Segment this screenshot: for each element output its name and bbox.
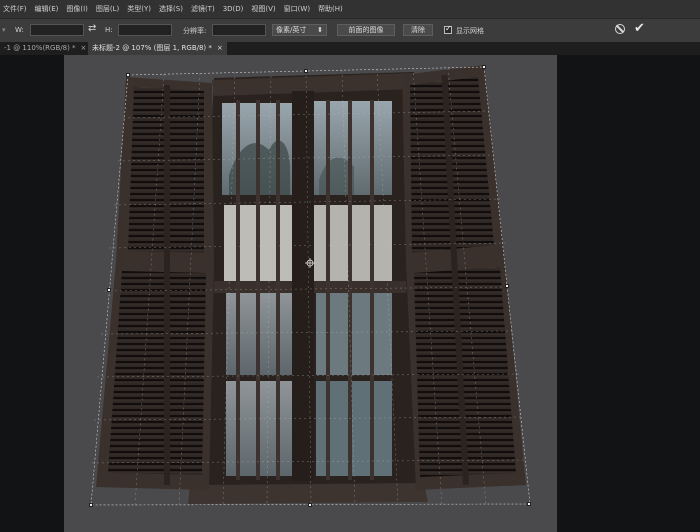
transform-handle-bottom-left[interactable] bbox=[89, 503, 93, 507]
cancel-icon[interactable] bbox=[615, 24, 625, 34]
checkmark-icon[interactable]: ✔ bbox=[634, 21, 645, 36]
transform-handle-right[interactable] bbox=[505, 284, 509, 288]
transform-handle-bottom[interactable] bbox=[308, 503, 312, 507]
width-label: W: bbox=[15, 26, 24, 34]
resolution-label: 分辨率: bbox=[183, 27, 207, 35]
menu-layer[interactable]: 图层(L) bbox=[96, 4, 119, 14]
height-label: H: bbox=[105, 26, 113, 34]
tool-preset-dropdown-icon[interactable]: ▾ bbox=[2, 26, 6, 34]
workspace bbox=[0, 55, 700, 532]
options-bar: ▾ W: ⇄ H: 分辨率: 像素/英寸 ⬍ 前面的图像 清除 ✓ 显示网格 ✔ bbox=[0, 18, 700, 44]
tab-label: -1 @ 110%(RGB/8) * bbox=[4, 44, 76, 52]
close-icon[interactable]: × bbox=[81, 44, 87, 52]
tab-document-2[interactable]: 未标题-2 @ 107% (图层 1, RGB/8) * × bbox=[88, 42, 227, 55]
resolution-input[interactable] bbox=[212, 24, 266, 36]
width-input[interactable] bbox=[30, 24, 84, 36]
tab-label: 未标题-2 @ 107% (图层 1, RGB/8) * bbox=[92, 44, 212, 52]
menu-select[interactable]: 选择(S) bbox=[159, 4, 183, 14]
menu-image[interactable]: 图像(I) bbox=[66, 4, 88, 14]
chevron-down-icon: ⬍ bbox=[317, 26, 323, 34]
menu-edit[interactable]: 编辑(E) bbox=[35, 4, 59, 14]
menu-file[interactable]: 文件(F) bbox=[3, 4, 27, 14]
window-photo bbox=[90, 65, 531, 506]
transform-handle-top[interactable] bbox=[304, 69, 308, 73]
swap-icon[interactable]: ⇄ bbox=[88, 23, 96, 34]
menu-type[interactable]: 类型(Y) bbox=[127, 4, 151, 14]
menu-filter[interactable]: 滤镜(T) bbox=[191, 4, 215, 14]
menu-3d[interactable]: 3D(D) bbox=[223, 5, 244, 13]
front-image-button[interactable]: 前面的图像 bbox=[337, 24, 395, 36]
clear-button[interactable]: 清除 bbox=[403, 24, 433, 36]
show-grid-checkbox[interactable]: ✓ bbox=[444, 24, 452, 34]
tab-document-1[interactable]: -1 @ 110%(RGB/8) * × bbox=[0, 42, 90, 55]
menu-view[interactable]: 视图(V) bbox=[251, 4, 275, 14]
checkmark-small-icon: ✓ bbox=[445, 24, 452, 33]
menu-bar: 文件(F) 编辑(E) 图像(I) 图层(L) 类型(Y) 选择(S) 滤镜(T… bbox=[0, 0, 700, 18]
transform-handle-top-right[interactable] bbox=[482, 65, 486, 69]
menu-window[interactable]: 窗口(W) bbox=[284, 4, 310, 14]
document-tabs: -1 @ 110%(RGB/8) * × 未标题-2 @ 107% (图层 1, … bbox=[0, 42, 700, 55]
unit-select-value: 像素/英寸 bbox=[276, 26, 307, 34]
document-canvas[interactable] bbox=[64, 55, 557, 532]
show-grid-label: 显示网格 bbox=[456, 27, 484, 35]
height-input[interactable] bbox=[118, 24, 172, 36]
close-icon[interactable]: × bbox=[217, 44, 223, 52]
transform-handle-bottom-right[interactable] bbox=[527, 502, 531, 506]
menu-help[interactable]: 帮助(H) bbox=[318, 4, 343, 14]
transform-handle-left[interactable] bbox=[107, 288, 111, 292]
transform-handle-top-left[interactable] bbox=[126, 73, 130, 77]
unit-select[interactable]: 像素/英寸 ⬍ bbox=[272, 24, 327, 36]
